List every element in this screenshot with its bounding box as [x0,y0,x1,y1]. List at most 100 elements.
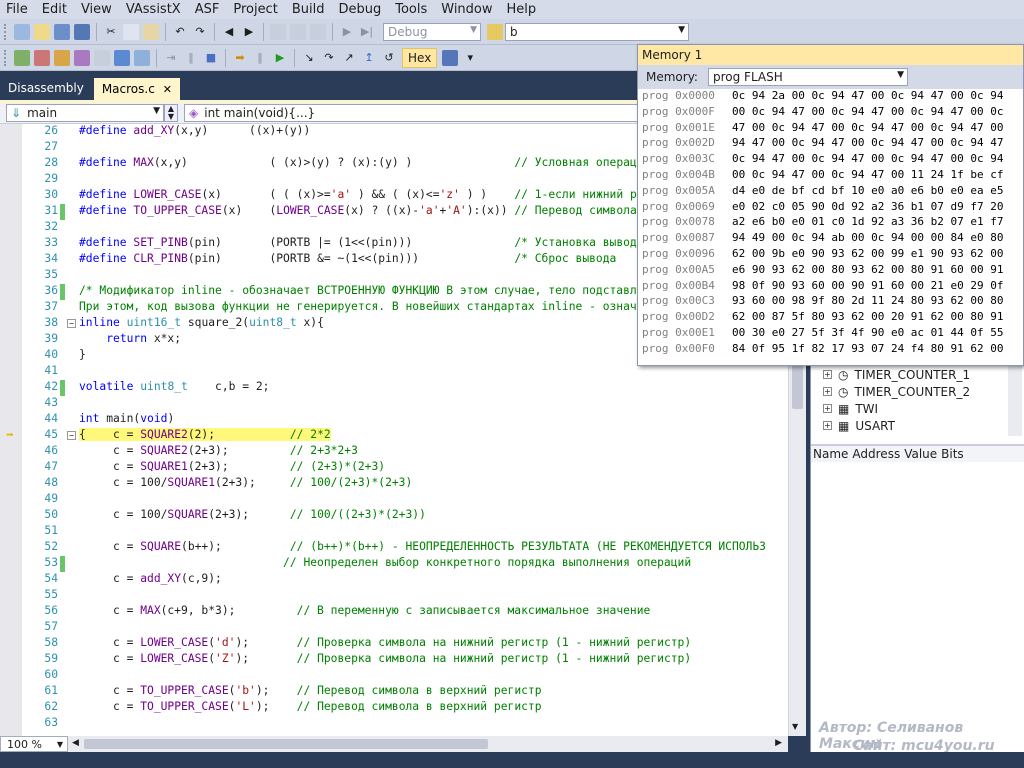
memory-row[interactable]: prog 0x00A5 e6 90 93 62 00 80 93 62 00 80… [638,263,1023,279]
code-line[interactable]: 58 c = LOWER_CASE('d'); // Проверка симв… [0,636,788,652]
editor-horizontal-scrollbar[interactable]: ◀ ▶ [68,736,788,752]
tree-scrollbar[interactable] [1008,366,1022,436]
menu-item-edit[interactable]: Edit [42,2,67,17]
find-icon[interactable] [290,23,306,40]
find-in-files-icon[interactable] [487,23,503,40]
memory-row[interactable]: prog 0x000F 00 0c 94 47 00 0c 94 47 00 0c… [638,105,1023,121]
menu-item-project[interactable]: Project [233,2,277,17]
chevron-down-icon[interactable]: ▾ [462,50,478,66]
column-header[interactable]: Name [813,447,848,461]
device-icon[interactable] [270,23,286,40]
fold-toggle-icon[interactable]: − [67,431,76,440]
search-input[interactable]: b ▼ [505,22,689,41]
paste-icon[interactable] [143,23,159,40]
tab-macros-c[interactable]: Macros.c ✕ [93,78,181,100]
expand-icon[interactable]: + [823,370,832,379]
save-icon[interactable] [54,23,70,40]
show-next-statement-icon[interactable]: ➡ [232,50,248,66]
code-line[interactable]: 56 c = MAX(c+9, b*3); // В переменную с … [0,604,788,620]
options-icon[interactable] [94,49,110,66]
step-into-icon[interactable]: ↘ [301,50,317,66]
pause-icon[interactable]: ‖ [252,50,268,66]
memory-row[interactable]: prog 0x00E1 00 30 e0 27 5f 3f 4f 90 e0 ac… [638,326,1023,342]
memory-row[interactable]: prog 0x0069 e0 02 c0 05 90 0d 92 a2 36 b1… [638,200,1023,216]
tree-item[interactable]: + ▦ TWI [811,400,1024,417]
code-line[interactable]: 48 c = 100/SQUARE1(2+3); // 100/(2+3)*(2… [0,476,788,492]
code-line[interactable]: 57 [0,620,788,636]
code-line[interactable]: 45− ➡ { c = SQUARE2(2); // 2*2 [0,428,788,444]
menu-item-view[interactable]: View [81,2,112,17]
stop-icon[interactable]: ■ [203,50,219,66]
settings-icon[interactable] [134,49,150,66]
step-over-icon[interactable]: ⇥ [163,50,179,66]
redo-icon[interactable]: ↷ [192,24,208,40]
clean-icon[interactable] [54,49,70,66]
continue-icon[interactable]: ▶ [272,50,288,66]
code-line[interactable]: 59 c = LOWER_CASE('Z'); // Проверка симв… [0,652,788,668]
toolbar-grip[interactable] [4,23,8,40]
fold-toggle-icon[interactable]: − [67,319,76,328]
code-line[interactable]: 55 [0,588,788,604]
code-line[interactable]: 51 [0,524,788,540]
scroll-down-icon[interactable]: ▼ [792,722,798,731]
refresh-icon[interactable] [114,49,130,66]
memory-row[interactable]: prog 0x0000 0c 94 2a 00 0c 94 47 00 0c 94… [638,89,1023,105]
memory-window-title[interactable]: Memory 1 [638,45,1023,65]
cut-icon[interactable]: ✂ [103,24,119,40]
navigate-forward-icon[interactable]: ▶ [241,24,257,40]
close-icon[interactable]: ✕ [163,83,172,96]
scope-dropdown[interactable]: ⇓ main ▼ [6,104,164,122]
code-line[interactable]: 54 c = add_XY(c,9); [0,572,788,588]
windows-icon[interactable] [442,49,459,66]
code-line[interactable]: 63 [0,716,788,732]
menu-item-tools[interactable]: Tools [395,2,427,17]
menu-item-vassistx[interactable]: VAssistX [126,2,181,17]
tab-disassembly[interactable]: Disassembly [0,78,92,100]
expand-icon[interactable]: + [823,421,832,430]
reset-icon[interactable]: ↺ [381,50,397,66]
memory-row[interactable]: prog 0x003C 0c 94 47 00 0c 94 47 00 0c 94… [638,152,1023,168]
memory-row[interactable]: prog 0x001E 47 00 0c 94 47 00 0c 94 47 00… [638,121,1023,137]
code-line[interactable]: 53 // Неопределен выбор конкретного поря… [0,556,788,572]
expand-icon[interactable]: + [823,404,832,413]
break-all-icon[interactable]: ‖ [183,50,199,66]
new-project-icon[interactable] [14,23,30,40]
code-line[interactable]: 44 int main(void) [0,412,788,428]
scroll-left-icon[interactable]: ◀ [72,738,79,748]
zoom-dropdown[interactable]: 100 % ▼ [0,736,68,752]
menu-item-debug[interactable]: Debug [338,2,381,17]
toolbar-grip[interactable] [4,49,8,66]
step-out-icon[interactable]: ↗ [341,50,357,66]
run-to-cursor-icon[interactable]: ↥ [361,50,377,66]
tree-item[interactable]: + ◷ TIMER_COUNTER_1 [811,366,1024,383]
solution-config-dropdown[interactable]: Debug ▼ [383,22,481,41]
step-over-2-icon[interactable]: ↷ [321,50,337,66]
code-line[interactable]: 52 c = SQUARE(b++); // (b++)*(b++) - НЕО… [0,540,788,556]
menu-item-file[interactable]: File [6,2,28,17]
scroll-thumb[interactable] [84,739,488,749]
code-line[interactable]: 62 c = TO_UPPER_CASE('L'); // Перевод си… [0,700,788,716]
device-programming-icon[interactable] [74,49,90,66]
memory-row[interactable]: prog 0x0078 a2 e6 b0 e0 01 c0 1d 92 a3 36… [638,215,1023,231]
memory-row[interactable]: prog 0x005A d4 e0 de bf cd bf 10 e0 a0 e6… [638,184,1023,200]
memory-row[interactable]: prog 0x002D 94 47 00 0c 94 47 00 0c 94 47… [638,136,1023,152]
copy-icon[interactable] [123,23,139,40]
tree-item[interactable]: + ▦ USART [811,417,1024,434]
code-line[interactable]: 46 c = SQUARE2(2+3); // 2+3*2+3 [0,444,788,460]
column-header[interactable]: Address [852,447,900,461]
rebuild-icon[interactable] [34,49,50,66]
expand-icon[interactable]: + [823,387,832,396]
open-file-icon[interactable] [34,23,50,40]
memory-row[interactable]: prog 0x004B 00 0c 94 47 00 0c 94 47 00 11… [638,168,1023,184]
memory-grid[interactable]: prog 0x0000 0c 94 2a 00 0c 94 47 00 0c 94… [638,89,1023,358]
menu-item-build[interactable]: Build [292,2,325,17]
code-line[interactable]: 47 c = SQUARE1(2+3); // (2+3)*(2+3) [0,460,788,476]
code-line[interactable]: 42 volatile uint8_t c,b = 2; [0,380,788,396]
column-header[interactable]: Bits [941,447,964,461]
build-icon[interactable] [14,49,30,66]
memory-row[interactable]: prog 0x00C3 93 60 00 98 9f 80 2d 11 24 80… [638,294,1023,310]
save-all-icon[interactable] [74,23,90,40]
memory-space-dropdown[interactable]: prog FLASH ▼ [707,68,908,86]
start-without-debug-icon[interactable]: ▶| [359,24,375,40]
column-header[interactable]: Value [904,447,937,461]
